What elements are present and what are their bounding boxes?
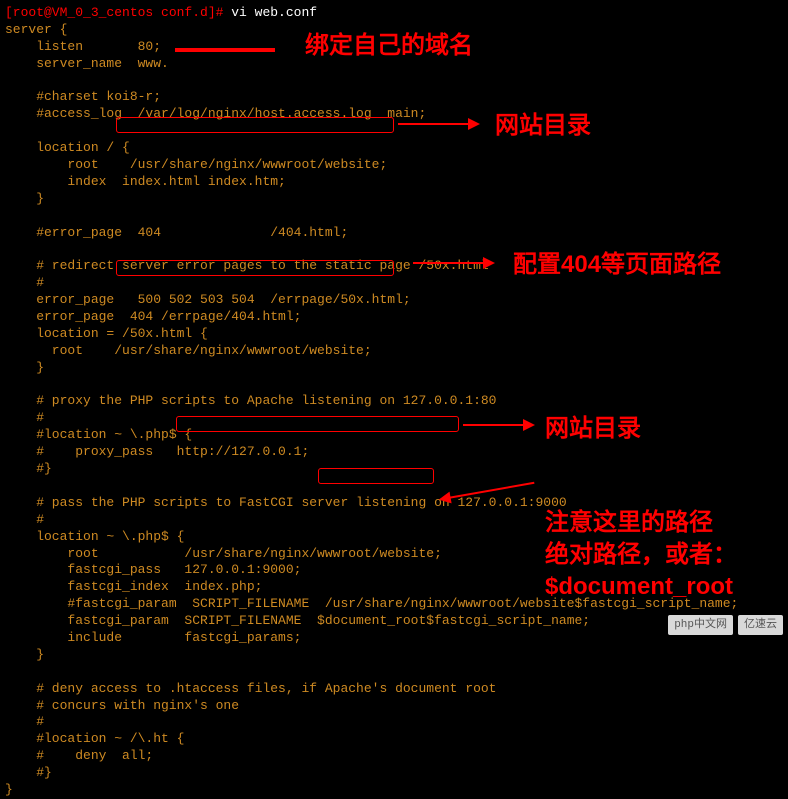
highlight-box-docroot	[318, 468, 434, 484]
config-line: location = /50x.html {	[5, 326, 208, 341]
config-line: root /usr/share/nginx/wwwroot/website;	[5, 157, 387, 172]
yiyun-logo: 亿速云	[738, 615, 783, 635]
config-line: error_page 404 /errpage/404.html;	[5, 309, 301, 324]
config-line: # deny access to .htaccess files, if Apa…	[5, 681, 496, 696]
config-line: #location ~ \.php$ {	[5, 427, 192, 442]
phpcn-logo: php中文网	[668, 615, 733, 635]
config-line: # deny all;	[5, 748, 153, 763]
config-line: fastcgi_index index.php;	[5, 579, 262, 594]
config-line: root /usr/share/nginx/wwwroot/website;	[5, 546, 442, 561]
config-line: listen 80;	[5, 39, 161, 54]
config-line: # proxy the PHP scripts to Apache listen…	[5, 393, 496, 408]
config-line: #}	[5, 765, 52, 780]
config-line: root /usr/share/nginx/wwwroot/website;	[5, 343, 372, 358]
config-line: location ~ \.php$ {	[5, 529, 184, 544]
annotation-web-dir2: 网站目录	[545, 413, 641, 444]
config-line: include fastcgi_params;	[5, 630, 301, 645]
config-line: # pass the PHP scripts to FastCGI server…	[5, 495, 567, 510]
config-line: #	[5, 714, 44, 729]
config-line: #charset koi8-r;	[5, 89, 161, 104]
arrow-icon	[398, 123, 478, 125]
config-line: }	[5, 191, 44, 206]
config-line: #error_page 404 /404.html;	[5, 225, 348, 240]
shell-prompt: [root@VM_0_3_centos conf.d]#	[5, 5, 231, 20]
config-line: index index.html index.htm;	[5, 174, 286, 189]
config-line: #	[5, 512, 44, 527]
highlight-box-root3	[176, 416, 459, 432]
highlight-box-root2	[116, 260, 394, 276]
config-line: # concurs with nginx's one	[5, 698, 239, 713]
config-line: fastcgi_param SCRIPT_FILENAME $document_…	[5, 613, 590, 628]
config-line: error_page 500 502 503 504 /errpage/50x.…	[5, 292, 411, 307]
arrow-icon	[463, 424, 533, 426]
annotation-bind-domain: 绑定自己的域名	[305, 30, 473, 61]
annotation-path-note2: 绝对路径，或者：	[545, 539, 737, 570]
redaction-strike	[175, 48, 275, 52]
config-line: #	[5, 410, 44, 425]
annotation-error-path: 配置404等页面路径	[513, 249, 721, 280]
config-line: }	[5, 360, 44, 375]
config-line: }	[5, 647, 44, 662]
annotation-path-note3: $document_root	[545, 571, 733, 602]
config-line: location / {	[5, 140, 130, 155]
command-text: vi web.conf	[231, 5, 317, 20]
annotation-path-note1: 注意这里的路径	[545, 507, 713, 538]
config-line: server_name www.	[5, 56, 169, 71]
config-line: fastcgi_pass 127.0.0.1:9000;	[5, 562, 301, 577]
config-line: #	[5, 275, 44, 290]
config-line: # proxy_pass http://127.0.0.1;	[5, 444, 309, 459]
config-line: }	[5, 782, 13, 797]
config-line: server {	[5, 22, 67, 37]
arrow-icon	[413, 262, 493, 264]
annotation-web-dir1: 网站目录	[495, 110, 591, 141]
watermark-area: php中文网 亿速云	[668, 615, 783, 635]
highlight-box-root1	[116, 117, 394, 133]
config-line: #location ~ /\.ht {	[5, 731, 184, 746]
config-line: #}	[5, 461, 52, 476]
